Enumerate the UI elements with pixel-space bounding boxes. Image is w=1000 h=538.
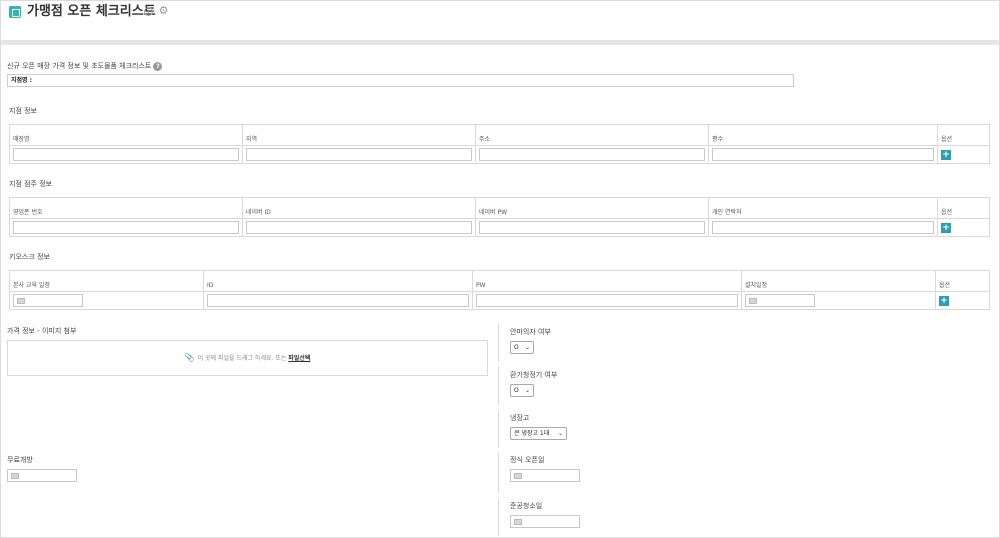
region-input[interactable] xyxy=(246,148,472,161)
fridge-value: 큰 냉장고 1대 xyxy=(514,430,550,437)
area-size-input[interactable] xyxy=(712,148,934,161)
divider xyxy=(498,498,499,536)
page-header: 가맹점 오픈 체크리스트 i ⚙ xyxy=(0,0,1000,40)
price-info-title: 가격 정보 - 이미지 첨부 xyxy=(7,327,77,335)
column-header: PW xyxy=(472,270,742,292)
column-header: 영업폰 번호 xyxy=(9,197,243,219)
divider xyxy=(498,324,499,362)
naver-id-input[interactable] xyxy=(246,221,472,234)
column-header: 평수 xyxy=(708,124,938,146)
fridge-label: 냉장고 xyxy=(510,414,530,422)
column-header: 본사 교육 일정 xyxy=(9,270,204,292)
ventilator-label: 환기청정기 여부 xyxy=(510,371,558,379)
training-date-input[interactable] xyxy=(13,294,83,307)
branch-name-label: 지점명 : xyxy=(11,77,33,84)
page-title: 가맹점 오픈 체크리스트 xyxy=(27,4,156,19)
table-row: + xyxy=(9,291,990,310)
naver-pw-input[interactable] xyxy=(479,221,705,234)
column-header: 네이버 PW xyxy=(475,197,709,219)
help-icon[interactable]: ? xyxy=(153,61,163,71)
calendar-icon xyxy=(749,298,757,304)
column-header: 네이버 ID xyxy=(242,197,476,219)
divider xyxy=(498,367,499,405)
business-phone-input[interactable] xyxy=(13,221,239,234)
owner-info-table: 영업폰 번호 네이버 ID 네이버 PW 개인 연락처 옵션 + xyxy=(9,197,990,237)
free-open-date-input[interactable] xyxy=(7,469,77,482)
file-select-link[interactable]: 파일선택 xyxy=(288,355,310,362)
chevron-down-icon: ⌄ xyxy=(524,387,530,394)
calendar-icon xyxy=(514,519,522,525)
table-row: + xyxy=(9,218,990,237)
column-header: 개인 연락처 xyxy=(708,197,938,219)
address-input[interactable] xyxy=(479,148,705,161)
add-row-button[interactable]: + xyxy=(941,149,951,160)
divider xyxy=(498,410,499,448)
open-date-input[interactable] xyxy=(510,469,580,482)
add-row-button[interactable]: + xyxy=(941,222,951,233)
drop-instruction: 이 곳에 파일을 드래그 하세요. 또는 xyxy=(197,355,287,362)
kiosk-info-title: 키오스크 정보 xyxy=(9,253,50,261)
massage-chair-label: 안마의자 여부 xyxy=(510,328,551,336)
checklist-icon xyxy=(9,6,21,18)
branch-name-field[interactable]: 지점명 : xyxy=(7,74,794,87)
open-date-label: 정식 오픈일 xyxy=(510,456,545,464)
table-row: + xyxy=(9,145,990,164)
kiosk-id-input[interactable] xyxy=(207,294,469,307)
free-open-label: 무료개방 xyxy=(7,456,33,464)
gear-icon[interactable]: ⚙ xyxy=(158,5,169,16)
fridge-select[interactable]: 큰 냉장고 1대 ⌄ xyxy=(510,427,567,440)
install-date-input[interactable] xyxy=(745,294,815,307)
column-header: 옵션 xyxy=(937,197,990,219)
add-row-button[interactable]: + xyxy=(939,295,949,306)
personal-contact-input[interactable] xyxy=(712,221,934,234)
branch-info-title: 지점 정보 xyxy=(9,107,37,115)
chevron-down-icon: ⌄ xyxy=(557,430,563,437)
intro-label: 신규 오픈 매장 가격 정보 및 초도물품 체크리스트? xyxy=(7,61,163,71)
column-header: ID xyxy=(203,270,473,292)
massage-chair-value: O xyxy=(514,344,519,351)
divider xyxy=(498,453,499,493)
calendar-icon xyxy=(17,298,25,304)
ventilator-select[interactable]: O ⌄ xyxy=(510,384,534,397)
intro-label-text: 신규 오픈 매장 가격 정보 및 초도물품 체크리스트 xyxy=(7,62,152,70)
dropzone-text: 📎 이 곳에 파일을 드래그 하세요. 또는 파일선택 xyxy=(8,353,487,362)
cleaning-date-label: 준공청소일 xyxy=(510,502,543,510)
column-header: 옵션 xyxy=(935,270,990,292)
file-dropzone[interactable]: 📎 이 곳에 파일을 드래그 하세요. 또는 파일선택 xyxy=(7,340,488,376)
massage-chair-select[interactable]: O ⌄ xyxy=(510,341,534,354)
column-header: 설치일정 xyxy=(741,270,936,292)
kiosk-pw-input[interactable] xyxy=(476,294,738,307)
paperclip-icon: 📎 xyxy=(184,353,195,362)
column-header: 매장명 xyxy=(9,124,243,146)
column-header: 옵션 xyxy=(937,124,990,146)
calendar-icon xyxy=(11,473,19,479)
header-divider xyxy=(1,40,999,45)
owner-info-title: 지점 점주 정보 xyxy=(9,180,53,188)
chevron-down-icon: ⌄ xyxy=(524,344,530,351)
kiosk-info-table: 본사 교육 일정 ID PW 설치일정 옵션 + xyxy=(9,270,990,310)
info-icon[interactable]: i xyxy=(144,7,153,16)
ventilator-value: O xyxy=(514,387,519,394)
column-header: 지역 xyxy=(242,124,476,146)
store-name-input[interactable] xyxy=(13,148,239,161)
column-header: 주소 xyxy=(475,124,709,146)
calendar-icon xyxy=(514,473,522,479)
branch-info-table: 매장명 지역 주소 평수 옵션 + xyxy=(9,124,990,164)
cleaning-date-input[interactable] xyxy=(510,515,580,528)
